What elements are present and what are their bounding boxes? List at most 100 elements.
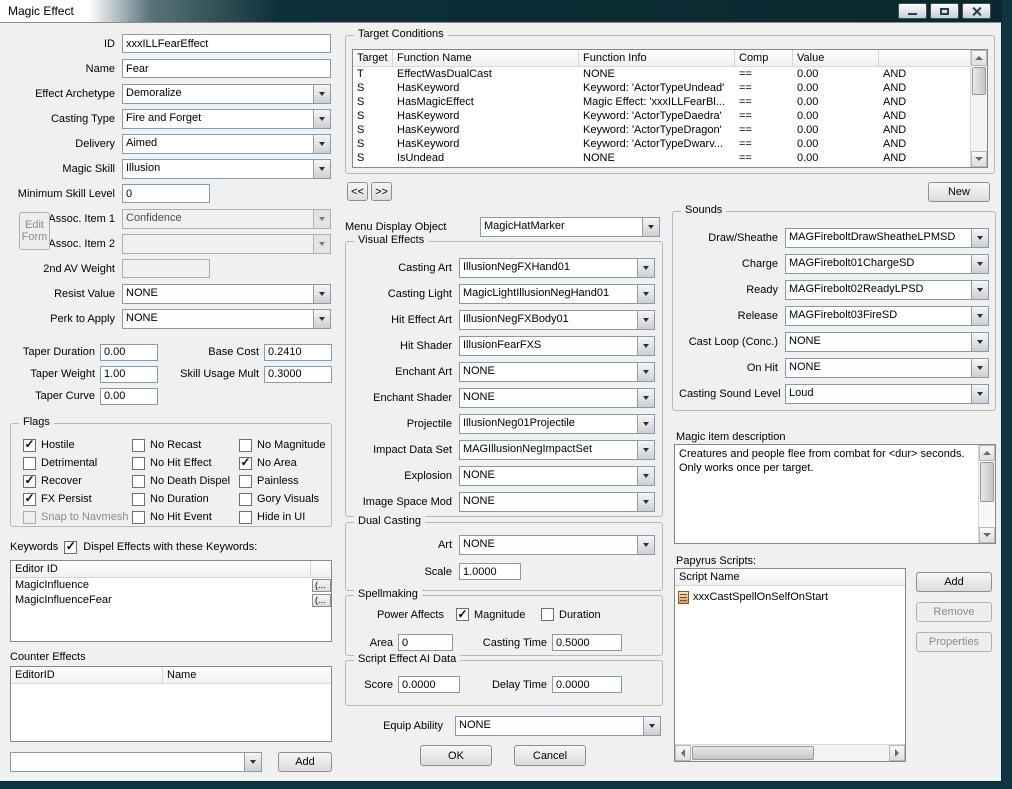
column-header-comp[interactable]: Comp [735,50,793,66]
keyword-row[interactable]: MagicInfluenceFear (... [11,593,331,608]
scrollbar-thumb[interactable] [692,746,814,760]
visual-effect-dropdown[interactable]: IllusionNegFXBody01 [459,310,655,330]
name-input[interactable] [122,59,331,78]
chevron-down-icon[interactable] [313,84,330,103]
chevron-down-icon[interactable] [971,229,988,247]
chevron-down-icon[interactable] [971,359,988,377]
scroll-left-icon[interactable] [675,745,691,761]
scroll-up-icon[interactable] [979,445,995,461]
chevron-down-icon[interactable] [313,134,330,153]
flag-checkbox[interactable] [132,456,145,470]
sound-dropdown[interactable]: Loud [785,384,989,404]
flag-checkbox[interactable] [23,438,36,452]
chevron-down-icon[interactable] [637,536,654,554]
flag-checkbox[interactable] [132,510,145,524]
visual-effect-dropdown[interactable]: IllusionNegFXHand01 [459,258,655,278]
titlebar[interactable]: Magic Effect [0,0,1001,23]
magic-skill-dropdown[interactable]: Illusion [122,158,331,179]
condition-row[interactable]: S HasKeyword Keyword: 'ActorTypeDragon' … [353,123,970,137]
menu-display-object-dropdown[interactable]: MagicHatMarker [480,217,660,237]
chevron-down-icon[interactable] [313,159,330,178]
dispel-keywords-checkbox[interactable] [64,540,78,554]
column-header-editor-id[interactable]: Editor ID [11,561,311,577]
condition-row[interactable]: S HasKeyword Keyword: 'ActorTypeUndead' … [353,81,970,95]
flag-checkbox[interactable] [23,492,36,506]
visual-effect-dropdown[interactable]: MAGIllusionNegImpactSet [459,440,655,460]
visual-effect-dropdown[interactable]: NONE [459,362,655,382]
chevron-down-icon[interactable] [643,717,660,735]
dual-casting-art-dropdown[interactable]: NONE [459,535,655,555]
id-input[interactable] [122,34,331,53]
keyword-more-button[interactable]: (... [312,594,331,607]
magnitude-checkbox[interactable] [456,608,469,621]
scroll-down-icon[interactable] [979,527,995,543]
chevron-down-icon[interactable] [637,441,654,459]
ok-button[interactable]: OK [420,745,492,766]
chevron-down-icon[interactable] [637,311,654,329]
chevron-down-icon[interactable] [971,307,988,325]
condition-row[interactable]: S IsUndead NONE == 0.00 AND [353,151,970,165]
flag-checkbox[interactable] [23,474,36,488]
visual-effect-dropdown[interactable]: IllusionFearFXS [459,336,655,356]
column-header-script-name[interactable]: Script Name [675,569,905,585]
papyrus-horizontal-scrollbar[interactable] [675,744,905,761]
score-input[interactable] [398,676,460,693]
chevron-down-icon[interactable] [642,218,659,236]
description-scrollbar[interactable] [978,445,995,543]
chevron-down-icon[interactable] [313,284,330,303]
column-header-function-info[interactable]: Function Info [579,50,735,66]
conditions-scrollbar[interactable] [970,50,987,167]
casting-time-input[interactable] [552,634,622,651]
sound-dropdown[interactable]: MAGFirebolt01ChargeSD [785,254,989,274]
flag-checkbox[interactable] [132,474,145,488]
scrollbar-thumb[interactable] [980,462,994,502]
flag-checkbox[interactable] [239,438,252,452]
column-header-value[interactable]: Value [793,50,879,66]
chevron-down-icon[interactable] [637,389,654,407]
flag-checkbox[interactable] [239,456,252,470]
chevron-down-icon[interactable] [971,281,988,299]
delay-time-input[interactable] [552,676,622,693]
chevron-down-icon[interactable] [637,363,654,381]
scroll-down-icon[interactable] [971,151,987,167]
minimize-button[interactable] [898,3,927,19]
chevron-down-icon[interactable] [637,259,654,277]
condition-row[interactable]: S HasKeyword Keyword: 'ActorTypeDwarv...… [353,137,970,151]
chevron-down-icon[interactable] [637,415,654,433]
skill-usage-mult-input[interactable] [264,365,332,383]
column-header-function-name[interactable]: Function Name [393,50,579,66]
second-av-weight-input[interactable] [122,259,210,278]
flag-checkbox[interactable] [239,492,252,506]
assoc-item-1-dropdown[interactable]: Confidence [122,208,331,229]
condition-row[interactable]: S HasMagicEffect Magic Effect: 'xxxILLFe… [353,95,970,109]
flag-checkbox[interactable] [23,456,36,470]
condition-next-button[interactable]: >> [371,182,392,201]
edit-form-button[interactable]: Edit Form [19,212,50,250]
counter-effect-add-button[interactable]: Add [278,752,332,772]
chevron-down-icon[interactable] [637,285,654,303]
chevron-down-icon[interactable] [637,493,654,511]
perk-to-apply-dropdown[interactable]: NONE [122,308,331,329]
condition-new-button[interactable]: New [928,182,990,202]
cancel-button[interactable]: Cancel [514,745,586,766]
script-row[interactable]: xxxCastSpellOnSelfOnStart [675,589,905,605]
column-header-editorid[interactable]: EditorID [11,667,163,683]
scroll-right-icon[interactable] [889,745,905,761]
visual-effect-dropdown[interactable]: NONE [459,466,655,486]
effect-archetype-dropdown[interactable]: Demoralize [122,83,331,104]
sound-dropdown[interactable]: NONE [785,358,989,378]
duration-checkbox[interactable] [541,608,554,621]
script-remove-button[interactable]: Remove [916,602,992,622]
description-box[interactable]: Creatures and people flee from combat fo… [674,444,996,544]
column-header-blank[interactable] [311,561,331,577]
sound-dropdown[interactable]: MAGFireboltDrawSheatheLPMSD [785,228,989,248]
assoc-item-2-dropdown[interactable] [122,233,331,254]
condition-row[interactable]: S HasKeyword Keyword: 'ActorTypeDaedra' … [353,109,970,123]
condition-row[interactable]: T EffectWasDualCast NONE == 0.00 AND [353,67,970,81]
flag-checkbox[interactable] [23,510,36,524]
script-add-button[interactable]: Add [916,572,992,592]
visual-effect-dropdown[interactable]: MagicLightIllusionNegHand01 [459,284,655,304]
equip-ability-dropdown[interactable]: NONE [455,716,661,736]
visual-effect-dropdown[interactable]: NONE [459,492,655,512]
dual-casting-scale-input[interactable] [459,563,521,580]
